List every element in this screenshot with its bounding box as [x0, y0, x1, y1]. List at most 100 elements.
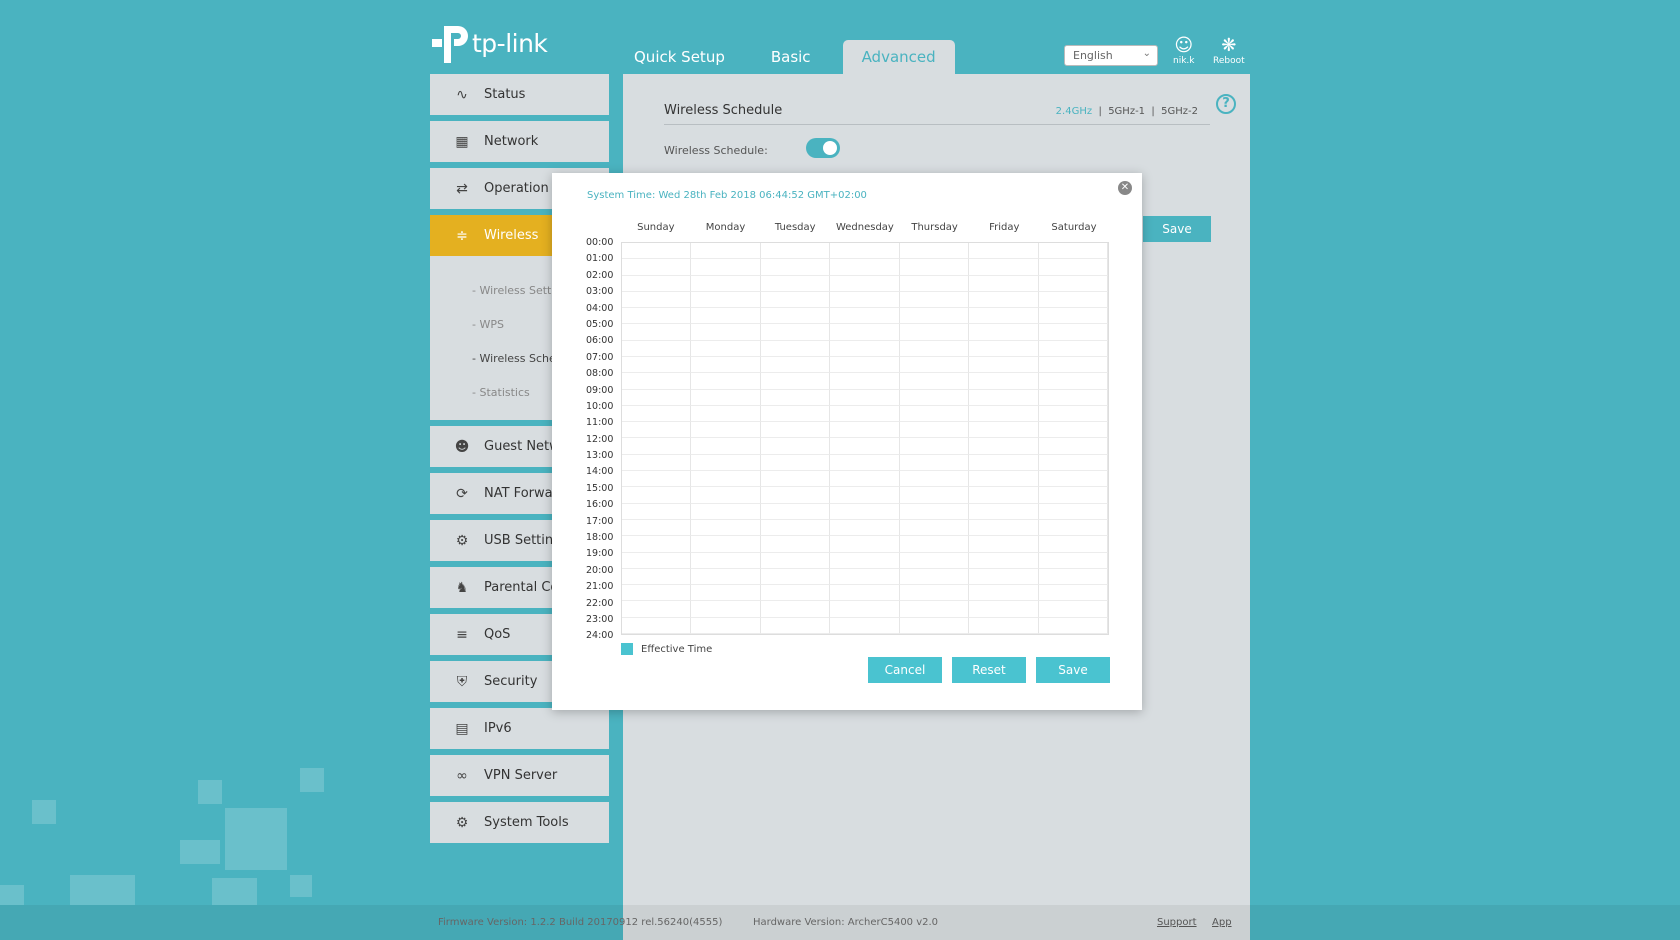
schedule-cell[interactable]	[830, 291, 900, 309]
schedule-cell[interactable]	[969, 389, 1039, 406]
schedule-cell[interactable]	[622, 405, 692, 423]
schedule-cell[interactable]	[622, 389, 692, 406]
schedule-cell[interactable]	[1038, 405, 1108, 423]
schedule-cell[interactable]	[899, 373, 970, 390]
schedule-cell[interactable]	[969, 585, 1039, 602]
schedule-cell[interactable]	[1038, 422, 1108, 439]
schedule-cell[interactable]	[899, 405, 970, 423]
schedule-cell[interactable]	[1038, 503, 1108, 520]
schedule-cell[interactable]	[760, 438, 831, 455]
schedule-cell[interactable]	[622, 373, 692, 390]
schedule-cell[interactable]	[691, 617, 761, 634]
schedule-cell[interactable]	[830, 357, 900, 374]
schedule-cell[interactable]	[969, 340, 1039, 358]
schedule-cell[interactable]	[969, 536, 1039, 553]
schedule-cell[interactable]	[760, 519, 831, 537]
schedule-cell[interactable]	[899, 422, 970, 439]
sidebar-item-status[interactable]: ∿ Status	[430, 74, 609, 115]
schedule-cell[interactable]	[830, 536, 900, 553]
schedule-cell[interactable]	[622, 601, 692, 618]
schedule-cell[interactable]	[1038, 373, 1108, 390]
schedule-cell[interactable]	[622, 340, 692, 358]
schedule-cell[interactable]	[691, 487, 761, 504]
schedule-cell[interactable]	[691, 373, 761, 390]
close-icon[interactable]: ✕	[1118, 181, 1132, 195]
schedule-cell[interactable]	[1038, 471, 1108, 488]
schedule-cell[interactable]	[760, 487, 831, 504]
schedule-cell[interactable]	[899, 389, 970, 406]
schedule-cell[interactable]	[691, 291, 761, 309]
schedule-cell[interactable]	[760, 471, 831, 488]
schedule-cell[interactable]	[830, 340, 900, 358]
schedule-cell[interactable]	[830, 373, 900, 390]
schedule-cell[interactable]	[969, 243, 1039, 260]
schedule-cell[interactable]	[760, 536, 831, 553]
schedule-cell[interactable]	[760, 357, 831, 374]
schedule-cell[interactable]	[622, 503, 692, 520]
schedule-cell[interactable]	[830, 552, 900, 569]
schedule-cell[interactable]	[691, 438, 761, 455]
schedule-cell[interactable]	[1038, 438, 1108, 455]
schedule-cell[interactable]	[760, 324, 831, 341]
schedule-cell[interactable]	[969, 373, 1039, 390]
schedule-cell[interactable]	[969, 275, 1039, 292]
schedule-cell[interactable]	[899, 454, 970, 472]
schedule-cell[interactable]	[622, 259, 692, 276]
schedule-cell[interactable]	[969, 291, 1039, 309]
schedule-cell[interactable]	[899, 438, 970, 455]
schedule-cell[interactable]	[691, 503, 761, 520]
schedule-cell[interactable]	[622, 324, 692, 341]
schedule-cell[interactable]	[1038, 617, 1108, 634]
band-tab-5ghz-2[interactable]: 5GHz-2	[1161, 106, 1198, 117]
schedule-cell[interactable]	[1038, 601, 1108, 618]
schedule-cell[interactable]	[1038, 308, 1108, 325]
schedule-cell[interactable]	[760, 568, 831, 586]
schedule-cell[interactable]	[830, 471, 900, 488]
schedule-cell[interactable]	[899, 601, 970, 618]
schedule-cell[interactable]	[622, 438, 692, 455]
save-button[interactable]: Save	[1143, 216, 1211, 242]
sidebar-item-ipv6[interactable]: ▤ IPv6	[430, 708, 609, 749]
schedule-cell[interactable]	[691, 243, 761, 260]
schedule-cell[interactable]	[969, 308, 1039, 325]
schedule-cell[interactable]	[760, 243, 831, 260]
schedule-grid[interactable]	[621, 242, 1109, 635]
schedule-cell[interactable]	[760, 405, 831, 423]
schedule-cell[interactable]	[622, 617, 692, 634]
schedule-cell[interactable]	[899, 275, 970, 292]
schedule-cell[interactable]	[691, 454, 761, 472]
schedule-cell[interactable]	[899, 552, 970, 569]
schedule-cell[interactable]	[691, 357, 761, 374]
schedule-cell[interactable]	[760, 259, 831, 276]
modal-save-button[interactable]: Save	[1036, 657, 1110, 683]
schedule-cell[interactable]	[830, 308, 900, 325]
schedule-cell[interactable]	[691, 568, 761, 586]
schedule-cell[interactable]	[830, 454, 900, 472]
schedule-cell[interactable]	[760, 601, 831, 618]
schedule-cell[interactable]	[622, 243, 692, 260]
schedule-cell[interactable]	[760, 373, 831, 390]
schedule-cell[interactable]	[830, 601, 900, 618]
schedule-cell[interactable]	[830, 503, 900, 520]
schedule-cell[interactable]	[1038, 291, 1108, 309]
schedule-cell[interactable]	[1038, 340, 1108, 358]
schedule-cell[interactable]	[691, 389, 761, 406]
schedule-cell[interactable]	[899, 568, 970, 586]
reset-button[interactable]: Reset	[952, 657, 1026, 683]
schedule-cell[interactable]	[830, 275, 900, 292]
app-link[interactable]: App	[1212, 917, 1232, 928]
band-tab-2-4ghz[interactable]: 2.4GHz	[1056, 106, 1092, 117]
schedule-cell[interactable]	[622, 519, 692, 537]
schedule-cell[interactable]	[969, 454, 1039, 472]
schedule-cell[interactable]	[830, 324, 900, 341]
schedule-cell[interactable]	[691, 275, 761, 292]
schedule-cell[interactable]	[830, 405, 900, 423]
tab-advanced[interactable]: Advanced	[842, 40, 955, 74]
schedule-cell[interactable]	[622, 275, 692, 292]
cancel-button[interactable]: Cancel	[868, 657, 942, 683]
schedule-cell[interactable]	[969, 568, 1039, 586]
schedule-cell[interactable]	[969, 601, 1039, 618]
schedule-cell[interactable]	[899, 585, 970, 602]
schedule-cell[interactable]	[830, 519, 900, 537]
schedule-cell[interactable]	[969, 405, 1039, 423]
